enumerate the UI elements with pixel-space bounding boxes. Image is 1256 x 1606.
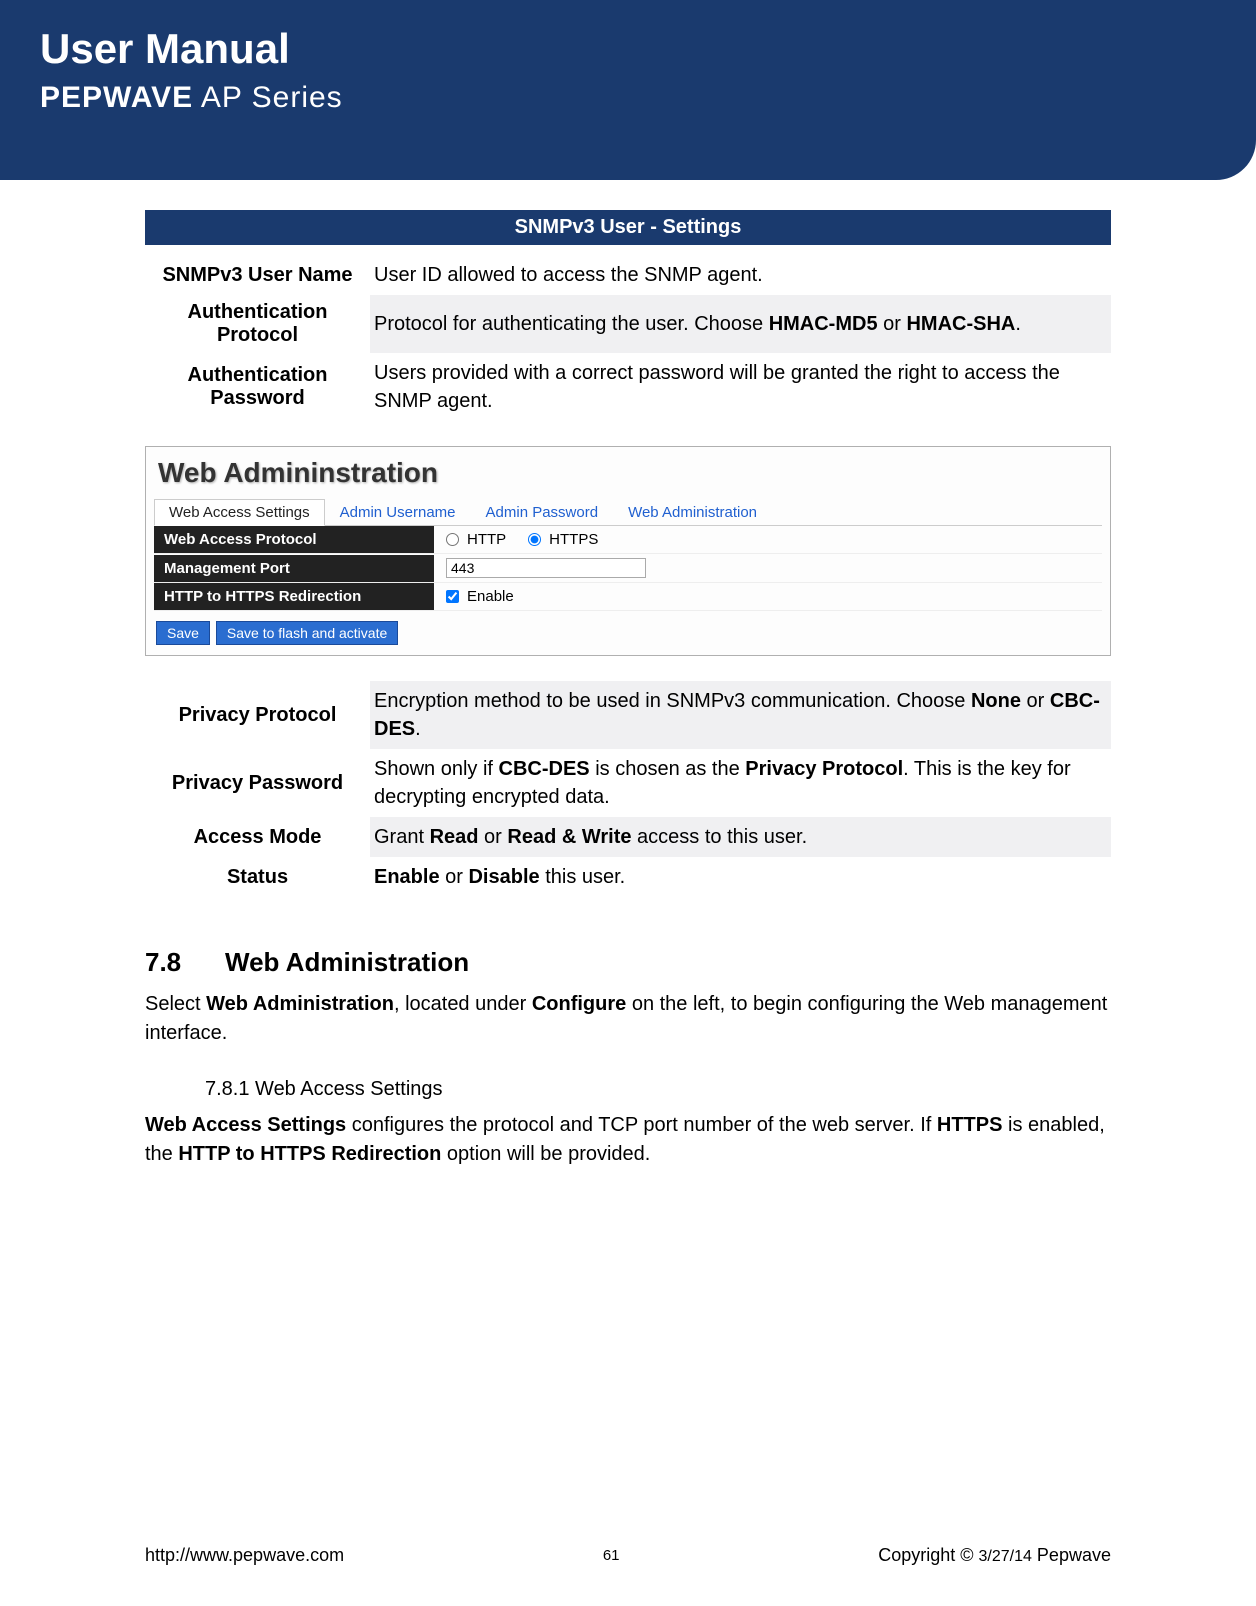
- subsection-heading: 7.8.1 Web Access Settings: [205, 1078, 1111, 1101]
- setting-description: Grant Read or Read & Write access to thi…: [370, 817, 1111, 857]
- config-row: Management Port: [154, 554, 1102, 583]
- setting-label: Authentication Protocol: [145, 295, 370, 353]
- snmp-settings-table-top: SNMPv3 User NameUser ID allowed to acces…: [145, 255, 1111, 421]
- save-to-flash-and-activate-button[interactable]: Save to flash and activate: [216, 621, 398, 645]
- manual-title: User Manual: [40, 25, 1216, 73]
- config-label: HTTP to HTTPS Redirection: [154, 583, 434, 610]
- enable-checkbox[interactable]: [446, 590, 459, 603]
- page-footer: http://www.pepwave.com 61 Copyright © 3/…: [145, 1545, 1111, 1566]
- setting-description: Shown only if CBC-DES is chosen as the P…: [370, 749, 1111, 817]
- tabs-row: Web Access SettingsAdmin UsernameAdmin P…: [154, 499, 1102, 526]
- config-value: Enable: [434, 584, 526, 609]
- brand-subtitle: PEPWAVE AP Series: [40, 81, 1216, 115]
- setting-label: Status: [145, 857, 370, 897]
- config-label: Management Port: [154, 555, 434, 582]
- tab-web-administration[interactable]: Web Administration: [613, 499, 772, 525]
- section-body: Select Web Administration, located under…: [145, 990, 1111, 1048]
- setting-label: Authentication Password: [145, 353, 370, 421]
- config-row: HTTP to HTTPS RedirectionEnable: [154, 583, 1102, 611]
- tab-web-access-settings[interactable]: Web Access Settings: [154, 499, 325, 526]
- save-button[interactable]: Save: [156, 621, 210, 645]
- table-row: StatusEnable or Disable this user.: [145, 857, 1111, 897]
- table-row: SNMPv3 User NameUser ID allowed to acces…: [145, 255, 1111, 295]
- setting-description: Protocol for authenticating the user. Ch…: [370, 295, 1111, 353]
- setting-label: Privacy Password: [145, 749, 370, 817]
- config-label: Web Access Protocol: [154, 526, 434, 553]
- snmp-settings-table-bottom: Privacy ProtocolEncryption method to be …: [145, 681, 1111, 897]
- web-admin-heading: Web Admininstration: [146, 447, 1110, 499]
- table-row: Authentication PasswordUsers provided wi…: [145, 353, 1111, 421]
- settings-table-header: SNMPv3 User - Settings: [145, 210, 1111, 245]
- radio-https[interactable]: [528, 533, 541, 546]
- setting-label: SNMPv3 User Name: [145, 255, 370, 295]
- section-heading: 7.8Web Administration: [145, 947, 1111, 978]
- setting-description: Enable or Disable this user.: [370, 857, 1111, 897]
- footer-url: http://www.pepwave.com: [145, 1545, 344, 1566]
- footer-copyright: Copyright © 3/27/14 Pepwave: [878, 1545, 1111, 1566]
- table-row: Authentication ProtocolProtocol for auth…: [145, 295, 1111, 353]
- config-row: Web Access ProtocolHTTPHTTPS: [154, 526, 1102, 554]
- button-row: SaveSave to flash and activate: [146, 611, 1110, 655]
- config-value: HTTPHTTPS: [434, 527, 626, 552]
- setting-description: Encryption method to be used in SNMPv3 c…: [370, 681, 1111, 749]
- radio-http[interactable]: [446, 533, 459, 546]
- setting-label: Privacy Protocol: [145, 681, 370, 749]
- table-row: Access ModeGrant Read or Read & Write ac…: [145, 817, 1111, 857]
- setting-description: Users provided with a correct password w…: [370, 353, 1111, 421]
- setting-description: User ID allowed to access the SNMP agent…: [370, 255, 1111, 295]
- config-value: [434, 554, 658, 582]
- subsection-body: Web Access Settings configures the proto…: [145, 1111, 1111, 1169]
- table-row: Privacy ProtocolEncryption method to be …: [145, 681, 1111, 749]
- page-number: 61: [603, 1547, 620, 1564]
- tab-admin-username[interactable]: Admin Username: [325, 499, 471, 525]
- table-row: Privacy PasswordShown only if CBC-DES is…: [145, 749, 1111, 817]
- setting-label: Access Mode: [145, 817, 370, 857]
- tab-admin-password[interactable]: Admin Password: [471, 499, 614, 525]
- management-port-input[interactable]: [446, 558, 646, 578]
- header-banner: User Manual PEPWAVE AP Series: [0, 0, 1256, 180]
- web-admin-screenshot: Web Admininstration Web Access SettingsA…: [145, 446, 1111, 656]
